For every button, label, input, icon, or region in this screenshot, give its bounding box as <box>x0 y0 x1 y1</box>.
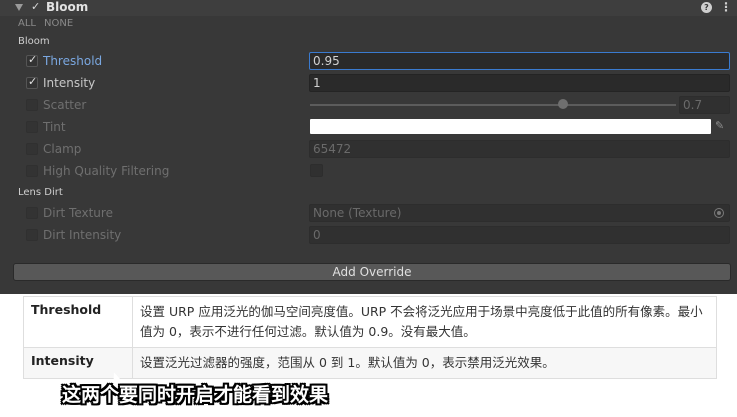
help-icon[interactable]: ? <box>701 2 712 13</box>
clamp-field[interactable]: 65472 <box>309 140 730 158</box>
table-cell-name: Threshold <box>23 296 133 348</box>
component-enabled-checkbox[interactable]: ✓ <box>31 0 40 13</box>
table-row: Threshold 设置 URP 应用泛光的伽马空间亮度值。URP 不会将泛光应… <box>23 296 717 348</box>
threshold-label: Threshold <box>43 54 103 68</box>
volume-inspector: ✓ Bloom ? ⋮ ALL NONE Bloom Threshold 0.9… <box>0 0 737 294</box>
component-header[interactable]: ✓ Bloom ? ⋮ <box>0 0 737 16</box>
dirt-intensity-override-checkbox[interactable] <box>26 229 38 241</box>
scatter-slider-thumb[interactable] <box>558 99 568 109</box>
add-override-button[interactable]: Add Override <box>13 263 731 281</box>
intensity-override-checkbox[interactable] <box>26 75 38 89</box>
none-button[interactable]: NONE <box>44 18 73 29</box>
dirt-texture-label: Dirt Texture <box>43 206 113 220</box>
section-bloom-label: Bloom <box>18 36 50 47</box>
clamp-override-checkbox[interactable] <box>26 143 38 155</box>
component-title: Bloom <box>46 0 89 14</box>
object-picker-icon[interactable] <box>714 208 724 218</box>
all-button[interactable]: ALL <box>18 18 36 29</box>
scatter-slider-track[interactable] <box>310 104 676 106</box>
section-lens-dirt-label: Lens Dirt <box>18 187 63 198</box>
eyedropper-icon[interactable]: ✎ <box>715 119 724 132</box>
table-cell-desc: 设置 URP 应用泛光的伽马空间亮度值。URP 不会将泛光应用于场景中亮度低于此… <box>132 296 717 348</box>
high-quality-toggle[interactable] <box>310 164 323 177</box>
tint-color-field[interactable] <box>310 119 711 134</box>
foldout-triangle-icon[interactable] <box>15 4 23 11</box>
intensity-label: Intensity <box>43 76 96 90</box>
clamp-label: Clamp <box>43 142 82 156</box>
dirt-intensity-field[interactable]: 0 <box>309 226 730 244</box>
tint-label: Tint <box>43 120 66 134</box>
dirt-intensity-label: Dirt Intensity <box>43 228 122 242</box>
threshold-field[interactable]: 0.95 <box>309 52 730 70</box>
table-cell-desc: 设置泛光过滤器的强度，范围从 0 到 1。默认值为 0，表示禁用泛光效果。 <box>132 347 717 379</box>
threshold-override-checkbox[interactable] <box>26 53 38 67</box>
dirt-texture-override-checkbox[interactable] <box>26 207 38 219</box>
doc-table: Threshold 设置 URP 应用泛光的伽马空间亮度值。URP 不会将泛光应… <box>23 296 717 379</box>
high-quality-label: High Quality Filtering <box>43 164 170 178</box>
table-row: Intensity 设置泛光过滤器的强度，范围从 0 到 1。默认值为 0，表示… <box>23 347 717 379</box>
video-subtitle: 这两个要同时开启才能看到效果 <box>62 384 329 406</box>
scatter-value-field[interactable]: 0.7 <box>679 96 730 114</box>
high-quality-override-checkbox[interactable] <box>26 165 38 177</box>
scatter-label: Scatter <box>43 98 87 112</box>
tint-override-checkbox[interactable] <box>26 121 38 133</box>
intensity-field[interactable]: 1 <box>309 74 730 92</box>
scatter-override-checkbox[interactable] <box>26 99 38 111</box>
dirt-texture-field[interactable]: None (Texture) <box>309 204 730 222</box>
kebab-menu-icon[interactable]: ⋮ <box>720 0 732 14</box>
